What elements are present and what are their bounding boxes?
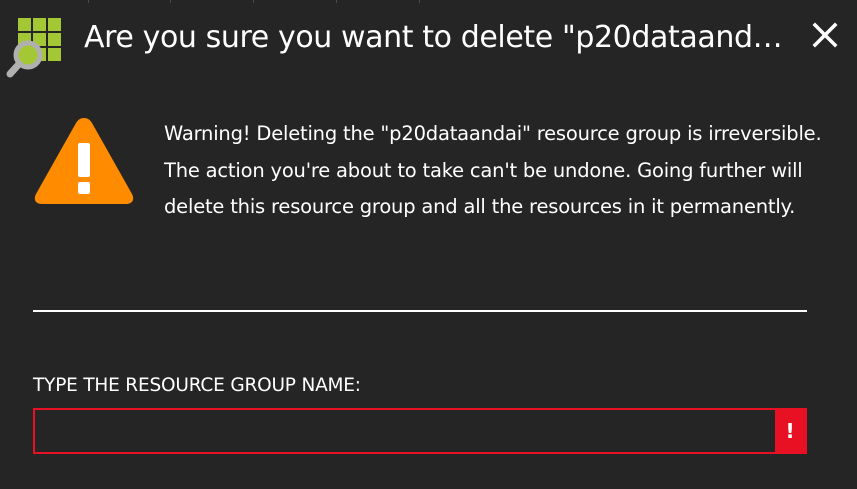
dialog-header: Are you sure you want to delete "p20data… xyxy=(0,0,857,84)
close-icon[interactable] xyxy=(808,18,842,52)
dialog-title: Are you sure you want to delete "p20data… xyxy=(84,20,799,55)
error-badge: ! xyxy=(775,410,805,452)
resource-group-name-label: TYPE THE RESOURCE GROUP NAME: xyxy=(33,375,361,396)
divider xyxy=(33,310,807,312)
delete-resource-group-dialog: Are you sure you want to delete "p20data… xyxy=(0,0,857,489)
warning-icon-spacer xyxy=(33,116,164,224)
warning-message: Warning! Deleting the "p20dataandai" res… xyxy=(33,116,823,226)
resource-group-name-input[interactable] xyxy=(35,410,775,452)
warning-message-text: Warning! Deleting the "p20dataandai" res… xyxy=(164,122,822,218)
resource-group-search-icon xyxy=(6,18,61,78)
resource-group-name-field: ! xyxy=(33,408,807,454)
